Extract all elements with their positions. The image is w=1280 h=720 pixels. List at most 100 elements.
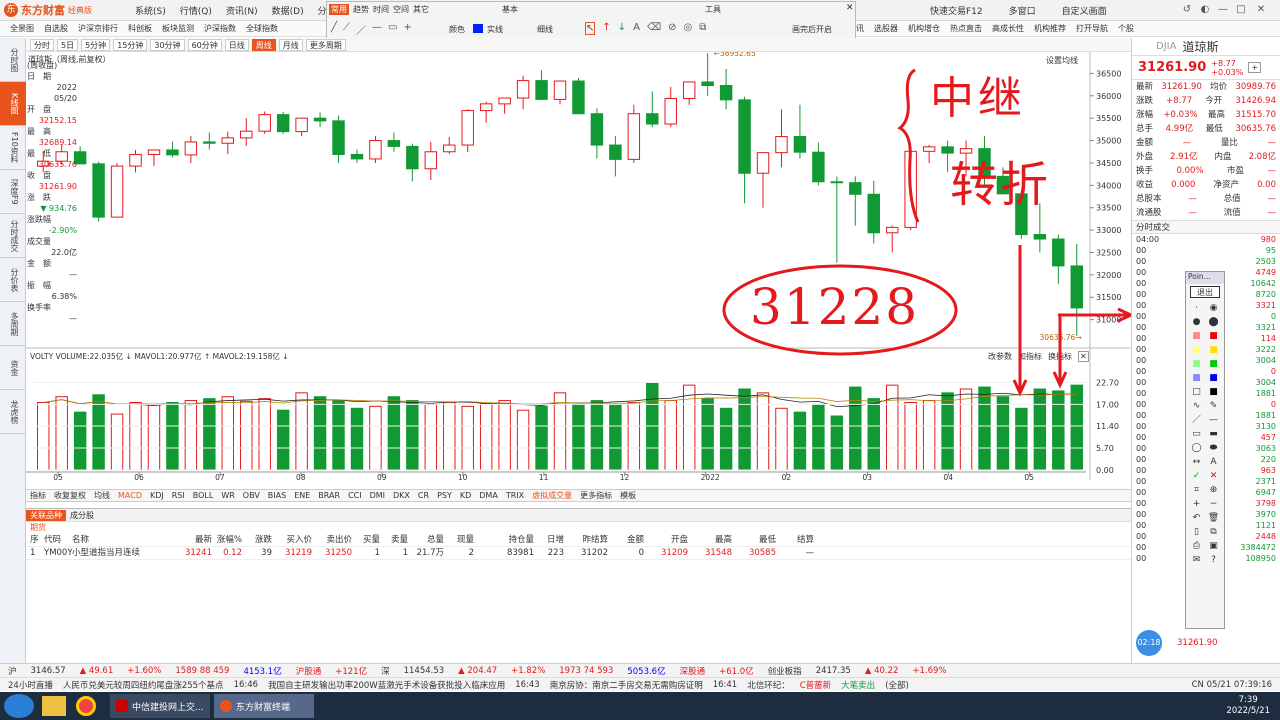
indicator-tab[interactable]: BRAR — [318, 491, 340, 500]
mail-icon[interactable]: ✉ — [1190, 554, 1203, 566]
news-item-4[interactable]: 北信环纪： — [747, 679, 790, 691]
alert-stock[interactable]: C普蔷新 — [800, 679, 831, 691]
fill-circle-icon[interactable]: ● — [1190, 316, 1203, 328]
table-cell: 最低 — [758, 535, 776, 545]
zoom-in-icon[interactable]: + — [1190, 498, 1203, 510]
big-circle-icon[interactable]: ⬤ — [1207, 316, 1220, 328]
sz-vol: 1973 74 593 — [559, 665, 614, 676]
double-arrow-icon[interactable]: ↔ — [1190, 456, 1203, 468]
table-row[interactable]: 1 YM00Y 小型道指当月连续 31241 0.12 39 31219 31250 1 1 21.… — [26, 547, 1131, 560]
check-icon[interactable]: ✓ — [1190, 470, 1203, 482]
zoom-icon[interactable]: ⊕ — [1207, 484, 1220, 496]
doc-icon[interactable]: ▯ — [1190, 526, 1203, 538]
indicator-tab[interactable]: MACD — [118, 491, 142, 500]
indicator-tab[interactable]: CR — [418, 491, 429, 500]
print-icon[interactable]: ⎙ — [1190, 540, 1203, 552]
taskbar-app-citic[interactable]: 中信建投网上交... — [110, 694, 210, 718]
sz-index[interactable]: 11454.53 — [404, 666, 445, 676]
cursor-icon[interactable]: ◉ — [1207, 302, 1220, 314]
indicator-tab[interactable]: BOLL — [193, 491, 214, 500]
taskbar-app-eastmoney[interactable]: 东方财富终端 — [214, 694, 314, 718]
fill-ellipse-icon[interactable]: ⬬ — [1207, 442, 1220, 454]
quote-stat-row: 最新 31261.90 均价 30989.76 — [1136, 82, 1276, 92]
news-item-3[interactable]: 南京房协：南京二手房交易无需购房证明 — [550, 679, 703, 691]
rect-icon[interactable]: ▭ — [1190, 428, 1203, 440]
indicator-tab[interactable]: BIAS — [268, 491, 286, 500]
indicator-tab[interactable]: 更多指标 — [580, 490, 612, 501]
help-icon[interactable]: ? — [1207, 554, 1220, 566]
cy-change: ▲ 40.22 — [864, 665, 899, 676]
crop-icon[interactable]: ⌗ — [1190, 484, 1203, 496]
table-cell: 1 — [30, 548, 36, 558]
indicator-tab[interactable]: 模板 — [620, 490, 636, 501]
news-item-2[interactable]: 我国自主研发输出功率200W蓝激光手术设备获批投入临床应用 — [268, 679, 505, 691]
timer-badge[interactable]: 02:18 — [1136, 630, 1162, 656]
quote-stat-row: 收益 0.000 净资产 0.00 — [1136, 180, 1276, 190]
indicator-tab[interactable]: OBV — [243, 491, 260, 500]
clock: CN 05/21 07:39:16 — [1191, 679, 1272, 690]
quote-stat-row: 流通股 — 流值 — — [1136, 208, 1276, 218]
save-icon[interactable]: ▣ — [1207, 540, 1220, 552]
indicator-tab[interactable]: KDJ — [150, 491, 164, 500]
related-panel: 关联品种 成分股 期货 序代码 名称 最新 涨幅% 涨跌 买入价 卖出价 买量 卖量 总量 现量 持仓… — [26, 508, 1131, 662]
ellipse-icon[interactable]: ◯ — [1190, 442, 1203, 454]
indicator-tab[interactable]: PSY — [437, 491, 452, 500]
start-icon[interactable] — [4, 694, 34, 718]
undo-icon[interactable]: ↶ — [1190, 512, 1203, 524]
indicator-tab[interactable]: 收复复权 — [54, 490, 86, 501]
blue-swatch2-icon[interactable]: ■ — [1207, 372, 1220, 384]
tab-related[interactable]: 关联品种 — [26, 509, 66, 521]
fill-rect-icon[interactable]: ▬ — [1207, 428, 1220, 440]
white-swatch-icon[interactable]: □ — [1190, 386, 1203, 398]
indicator-tab[interactable]: TRIX — [506, 491, 524, 500]
yellow-swatch2-icon[interactable]: ■ — [1207, 344, 1220, 356]
cy-index[interactable]: 2417.35 — [816, 666, 851, 676]
toolbox-title: Poin... — [1186, 272, 1224, 284]
indicator-tab[interactable]: 均线 — [94, 490, 110, 501]
indicator-tab[interactable]: DMA — [479, 491, 498, 500]
chrome-icon[interactable] — [76, 696, 96, 716]
pen-icon[interactable]: ✎ — [1207, 400, 1220, 412]
related-subtitle: 期货 — [30, 523, 46, 532]
curve-icon[interactable]: ∿ — [1190, 400, 1203, 412]
news-item-1[interactable]: 人民币兑美元较周四纽约尾盘涨255个基点 — [63, 679, 224, 691]
folder-icon[interactable] — [42, 696, 66, 716]
indicator-tab[interactable]: DKX — [393, 491, 410, 500]
text-icon[interactable]: A — [1207, 456, 1220, 468]
indicator-tab[interactable]: RSI — [172, 491, 185, 500]
red-swatch-icon[interactable]: ■ — [1190, 330, 1203, 342]
quote-name: 道琼斯 — [1182, 40, 1219, 54]
sh-index[interactable]: 3146.57 — [31, 666, 66, 676]
toolbox-exit-button[interactable]: 退出 — [1190, 286, 1220, 298]
table-cell: 31202 — [580, 548, 608, 558]
news-live[interactable]: 24小时直播 — [8, 679, 53, 691]
tick-row: 00 95 — [1136, 246, 1276, 255]
table-cell: 卖出价 — [326, 535, 352, 545]
indicator-tab[interactable]: KD — [460, 491, 471, 500]
indicator-tab[interactable]: DMI — [370, 491, 385, 500]
black-swatch-icon[interactable]: ■ — [1207, 386, 1220, 398]
line-icon[interactable]: ／ — [1190, 414, 1203, 426]
tray-clock[interactable]: 7:39 2022/5/21 — [1226, 695, 1280, 717]
zoom-out-icon[interactable]: − — [1207, 498, 1220, 510]
indicator-tab[interactable]: 虚拟成交量 — [532, 490, 572, 501]
green-swatch-icon[interactable]: ■ — [1190, 358, 1203, 370]
x-icon[interactable]: ✕ — [1207, 470, 1220, 482]
tab-components[interactable]: 成分股 — [70, 510, 94, 521]
dot-icon[interactable]: · — [1190, 302, 1203, 314]
indicator-tab[interactable]: 指标 — [30, 490, 46, 501]
blue-swatch-icon[interactable]: ■ — [1190, 372, 1203, 384]
green-swatch2-icon[interactable]: ■ — [1207, 358, 1220, 370]
trash-icon[interactable]: 🗑 — [1207, 512, 1220, 524]
hline-icon[interactable]: — — [1207, 414, 1220, 426]
copy-icon[interactable]: ⧉ — [1207, 526, 1220, 538]
indicator-tab[interactable]: WR — [221, 491, 234, 500]
red-swatch2-icon[interactable]: ■ — [1207, 330, 1220, 342]
alert-filter[interactable]: (全部) — [885, 679, 909, 691]
indicator-tab[interactable]: ENE — [294, 491, 310, 500]
add-watchlist-icon[interactable]: + — [1248, 62, 1262, 73]
indicator-tab[interactable]: CCI — [348, 491, 362, 500]
yellow-swatch-icon[interactable]: ■ — [1190, 344, 1203, 356]
sh-pct: +1.60% — [127, 665, 162, 676]
ticks-bottom-price: 31261.90 — [1177, 638, 1218, 648]
